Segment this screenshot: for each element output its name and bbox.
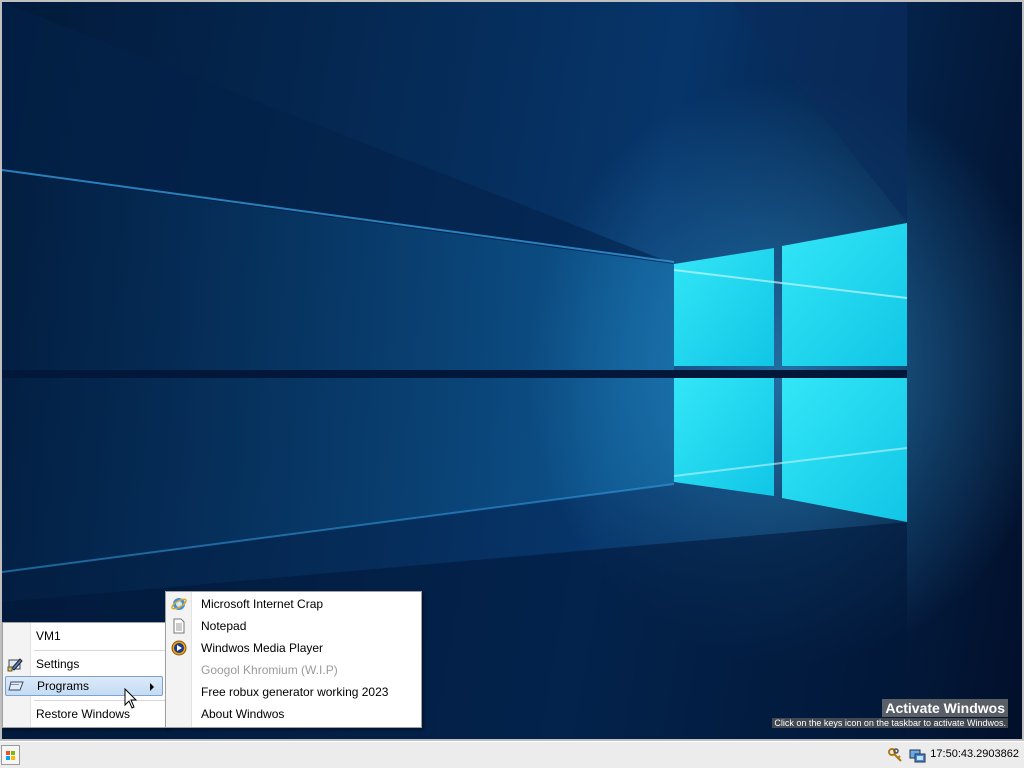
menu-item-label: Windwos Media Player xyxy=(201,641,324,655)
mouse-cursor-icon xyxy=(124,688,138,709)
menu-item-label: About Windwos xyxy=(201,707,285,721)
menu-item-label: Settings xyxy=(36,657,80,671)
menu-item-label: Free robux generator working 2023 xyxy=(201,685,389,699)
start-menu: VM1 Settings Programs Restore Windows xyxy=(2,622,168,728)
menu-item-notepad[interactable]: Notepad xyxy=(166,615,421,637)
menu-item-googol-khromium[interactable]: Googol Khromium (W.I.P) xyxy=(166,659,421,681)
menu-item-robux-generator[interactable]: Free robux generator working 2023 xyxy=(166,681,421,703)
taskbar: 17:50:43.2903862 xyxy=(0,741,1024,768)
menu-item-programs[interactable]: Programs xyxy=(5,676,163,696)
programs-icon xyxy=(8,678,24,694)
menu-item-label: VM1 xyxy=(36,629,61,643)
keys-icon[interactable] xyxy=(887,747,903,766)
notepad-icon xyxy=(171,618,187,634)
system-tray: 17:50:43.2903862 xyxy=(882,745,1022,766)
menu-item-settings[interactable]: Settings xyxy=(3,654,167,674)
menu-item-label: Googol Khromium (W.I.P) xyxy=(201,663,338,677)
start-button[interactable] xyxy=(1,745,20,765)
menu-item-media-player[interactable]: Windwos Media Player xyxy=(166,637,421,659)
windows-logo-icon xyxy=(6,751,15,760)
menu-item-label: Programs xyxy=(37,679,90,693)
activation-watermark: Activate Windwos Click on the keys icon … xyxy=(772,699,1008,728)
internet-explorer-icon xyxy=(171,596,187,612)
menu-item-label: Restore Windows xyxy=(36,707,131,721)
menu-item-label: Notepad xyxy=(201,619,247,633)
network-icon[interactable] xyxy=(909,747,927,767)
menu-separator xyxy=(34,650,165,651)
programs-submenu: Microsoft Internet Crap Notepad Windwos … xyxy=(165,591,422,728)
taskbar-clock[interactable]: 17:50:43.2903862 xyxy=(930,748,1019,760)
menu-item-internet-explorer[interactable]: Microsoft Internet Crap xyxy=(166,593,421,615)
menu-item-vm1[interactable]: VM1 xyxy=(3,626,167,646)
menu-item-about-windwos[interactable]: About Windwos xyxy=(166,703,421,725)
menu-item-label: Microsoft Internet Crap xyxy=(201,597,324,611)
menu-separator xyxy=(34,700,165,701)
media-player-icon xyxy=(171,640,187,656)
menu-item-restore-windows[interactable]: Restore Windows xyxy=(3,704,167,724)
settings-icon xyxy=(7,656,23,672)
activation-title: Activate Windwos xyxy=(882,699,1008,717)
submenu-arrow-icon xyxy=(150,683,154,691)
activation-subtitle: Click on the keys icon on the taskbar to… xyxy=(772,718,1008,728)
